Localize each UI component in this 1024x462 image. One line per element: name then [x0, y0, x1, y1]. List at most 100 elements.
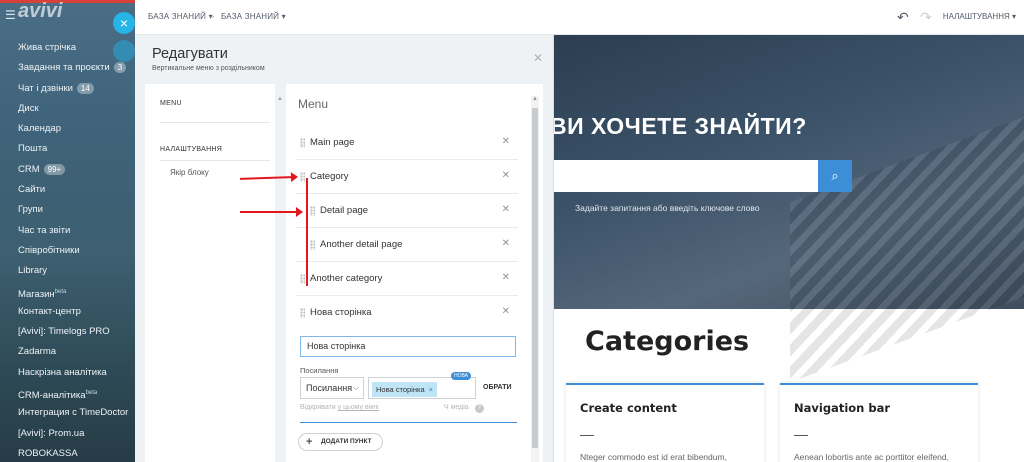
menu-item[interactable]: Detail page ✕ — [296, 194, 518, 228]
sidebar-item-label: Жива стрічка — [18, 42, 77, 53]
sidebar-item[interactable]: [Avivi]: Prom.ua — [0, 424, 140, 444]
sidebar-item[interactable]: Час та звіти — [0, 221, 140, 241]
remove-icon[interactable]: ✕ — [502, 136, 510, 147]
sidebar-item[interactable]: Співробітники — [0, 241, 140, 261]
sidebar-menu: Жива стрічка Завдання та проєкти 3 Чат і дз… — [0, 38, 140, 462]
search-hint: Задайте запитання або введіть ключове сл… — [575, 203, 760, 213]
chevron-down-icon: ⌵ — [352, 383, 359, 392]
sidebar-item[interactable]: CRM-аналітикаbeta — [0, 383, 140, 403]
plus-icon: + — [306, 436, 313, 448]
remove-icon[interactable]: ✕ — [502, 306, 510, 317]
sidebar-item-label: CRM — [18, 163, 40, 175]
remove-icon[interactable]: ✕ — [502, 204, 510, 215]
menu-item[interactable]: Category ✕ — [296, 160, 518, 194]
category-card[interactable]: Create content Nteger commodo est id era… — [566, 383, 764, 462]
scroll-up-icon[interactable]: ▲ — [277, 96, 283, 102]
card-text: Aenean lobortis ante ac porttitor eleife… — [794, 452, 949, 462]
menu-item-label: Another detail page — [320, 239, 403, 250]
undo-icon[interactable]: ↶ — [897, 9, 909, 26]
drag-handle-icon[interactable] — [300, 274, 305, 284]
sidebar-item-label: [Avivi]: Timelogs PRO — [18, 326, 110, 338]
sidebar-item[interactable]: Интеграция с TimeDoctor — [0, 403, 140, 423]
sidebar-item-label: Контакт-центр — [18, 305, 81, 317]
open-in-link[interactable]: у цьому вікні — [338, 404, 379, 411]
sidebar-item-label: Співробітники — [18, 244, 80, 256]
sidebar-item-label: Диск — [18, 102, 39, 114]
sidebar-item[interactable]: Чат і дзвінки 14 — [0, 79, 140, 99]
breadcrumb-1[interactable]: БАЗА ЗНАНИЙ ▾ — [148, 12, 213, 21]
menu-item-label: Нова сторінка — [310, 307, 372, 318]
breadcrumb-2[interactable]: БАЗА ЗНАНИЙ ▾ — [221, 12, 286, 21]
drag-handle-icon[interactable] — [310, 206, 315, 216]
sidebar-item[interactable]: Контакт-центр — [0, 302, 140, 322]
remove-icon[interactable]: ✕ — [502, 272, 510, 283]
drag-handle-icon[interactable] — [300, 172, 305, 182]
sidebar-item[interactable]: Завдання та проєкти 3 — [0, 58, 140, 78]
hero-title: ВИ ХОЧЕТЕ ЗНАЙТИ? — [550, 113, 807, 139]
add-item-button[interactable]: + ДОДАТИ ПУНКТ — [298, 433, 383, 451]
remove-icon[interactable]: ✕ — [502, 238, 510, 249]
nav-item-menu[interactable]: MENU — [160, 100, 182, 107]
close-panel-icon[interactable]: × — [113, 12, 135, 34]
menu-item[interactable]: Another category ✕ — [296, 262, 518, 296]
menu-item-label: Category — [310, 171, 349, 182]
nav-item-anchor[interactable]: Якір блоку — [170, 168, 209, 177]
beta-label: beta — [85, 390, 98, 397]
annotation-line — [306, 178, 308, 286]
scrollbar-thumb[interactable] — [532, 108, 538, 448]
sidebar-item[interactable]: Групи — [0, 200, 140, 220]
sidebar-item[interactable]: Zadarma — [0, 342, 140, 362]
sidebar-item[interactable]: [Avivi]: Timelogs PRO — [0, 322, 140, 342]
scrollbar[interactable]: ▲ — [277, 96, 283, 462]
annotation-arrow — [240, 207, 303, 217]
drag-handle-icon[interactable] — [310, 240, 315, 250]
menu-heading: Menu — [298, 97, 329, 111]
link-tag: Нова сторінка × — [372, 382, 438, 397]
sidebar-item-label: Чат і дзвінки — [18, 82, 73, 94]
sidebar-item-label: Час та звіти — [18, 224, 71, 236]
search-input[interactable] — [550, 160, 818, 192]
sidebar-item[interactable]: Пошта — [0, 139, 140, 159]
link-type-select[interactable]: Посилання ⌵ — [300, 377, 364, 399]
close-icon[interactable]: ✕ — [533, 51, 543, 65]
tag-remove-icon[interactable]: × — [429, 385, 433, 394]
sidebar-item[interactable]: Наскрізна аналітика — [0, 363, 140, 383]
menu-item-label: Detail page — [320, 205, 369, 216]
help-icon[interactable]: ? — [474, 404, 484, 413]
top-bar: БАЗА ЗНАНИЙ ▾ → БАЗА ЗНАНИЙ ▾ ↶ ↷ НАЛАШТ… — [135, 0, 1024, 35]
sidebar-item-label: Library — [18, 265, 48, 277]
nav-section-settings: НАЛАШТУВАННЯ — [160, 146, 223, 153]
sidebar-item-label: Сайти — [18, 184, 46, 196]
sidebar-item[interactable]: Диск — [0, 99, 140, 119]
category-card[interactable]: Navigation bar Aenean lobortis ante ac p… — [780, 383, 978, 462]
menu-item[interactable]: Нова сторінка ✕ — [296, 296, 518, 330]
sidebar-toggle-button[interactable] — [113, 40, 135, 62]
sidebar-item-label: [Avivi]: Prom.ua — [18, 427, 85, 439]
sidebar-item-label: Завдання та проєкти — [18, 62, 110, 74]
sidebar-item-label: Наскрізна аналітика — [18, 366, 107, 378]
sidebar-item[interactable]: ROBOKASSA — [0, 444, 140, 462]
redo-icon[interactable]: ↷ — [920, 9, 932, 26]
search-icon[interactable]: ⌕ — [818, 160, 852, 192]
sidebar-item[interactable]: Магазинbeta — [0, 282, 140, 302]
drag-handle-icon[interactable] — [300, 308, 305, 318]
scroll-up-icon[interactable]: ▲ — [532, 96, 538, 102]
building-image — [790, 107, 1024, 383]
sidebar-item[interactable]: CRM 99+ — [0, 160, 140, 180]
remove-icon[interactable]: ✕ — [502, 170, 510, 181]
menu-icon[interactable]: ☰ — [5, 8, 16, 22]
link-target-field[interactable]: Нова сторінка × НОВА — [368, 372, 476, 399]
scrollbar[interactable]: ▲ — [531, 96, 539, 462]
choose-button[interactable]: ОБРАТИ — [483, 384, 512, 391]
count-badge: 3 — [113, 62, 127, 74]
sidebar-item-label: ROBOKASSA — [18, 447, 78, 459]
drag-handle-icon[interactable] — [300, 138, 305, 148]
item-name-input[interactable]: Нова сторінка — [300, 336, 516, 357]
sidebar-item[interactable]: Сайти — [0, 180, 140, 200]
settings-menu[interactable]: НАЛАШТУВАННЯ ▾ — [943, 12, 1016, 21]
categories-heading: Categories — [585, 326, 750, 357]
sidebar-item[interactable]: Library — [0, 261, 140, 281]
sidebar-item[interactable]: Календар — [0, 119, 140, 139]
menu-item[interactable]: Another detail page ✕ — [296, 228, 518, 262]
menu-item[interactable]: Main page ✕ — [296, 126, 518, 160]
